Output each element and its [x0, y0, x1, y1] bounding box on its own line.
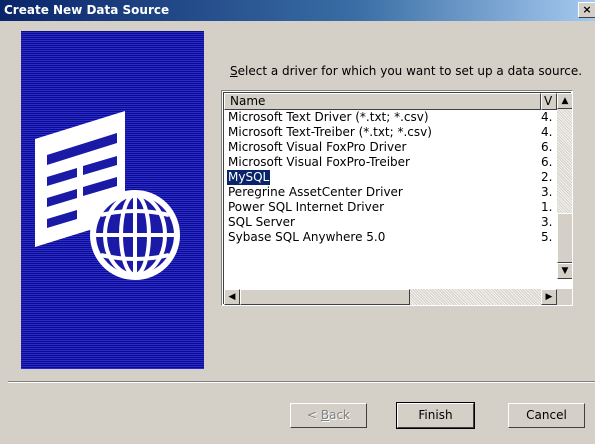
back-button[interactable]: < Back	[290, 403, 367, 428]
data-source-globe-icon	[35, 111, 180, 280]
title-bar[interactable]: Create New Data Source ×	[0, 0, 595, 21]
arrow-up-icon[interactable]: ▲	[557, 93, 572, 109]
list-item[interactable]: Microsoft Visual FoxPro-Treiber 6.	[224, 155, 557, 170]
driver-name: Microsoft Visual FoxPro-Treiber	[228, 155, 410, 169]
list-item[interactable]: Microsoft Text Driver (*.txt; *.csv) 4.	[224, 110, 557, 125]
list-item[interactable]: Sybase SQL Anywhere 5.0 5.	[224, 230, 557, 245]
back-accelerator: B	[320, 408, 330, 422]
horizontal-scroll-thumb[interactable]	[240, 289, 410, 305]
column-header-name[interactable]: Name	[224, 93, 541, 110]
driver-name: Sybase SQL Anywhere 5.0	[228, 230, 386, 244]
finish-button[interactable]: Finish	[396, 402, 475, 429]
list-header: Name V	[224, 93, 557, 110]
vertical-scroll-thumb[interactable]	[557, 213, 572, 263]
window-title: Create New Data Source	[4, 3, 170, 17]
driver-name: Power SQL Internet Driver	[228, 200, 385, 214]
driver-rows: Microsoft Text Driver (*.txt; *.csv) 4. Mi…	[224, 110, 557, 245]
driver-version: 3.	[541, 215, 553, 229]
vertical-scrollbar[interactable]: ▲ ▼	[557, 93, 572, 279]
list-item[interactable]: Peregrine AssetCenter Driver 3.	[224, 185, 557, 200]
driver-prompt: Select a driver for which you want to se…	[230, 64, 582, 78]
divider	[8, 381, 595, 383]
prompt-accelerator: S	[230, 64, 238, 78]
arrow-down-icon[interactable]: ▼	[557, 263, 572, 279]
driver-version: 6.	[541, 155, 553, 169]
close-icon[interactable]: ×	[578, 2, 595, 18]
driver-name: MySQL	[225, 169, 272, 186]
cancel-button[interactable]: Cancel	[508, 403, 585, 428]
horizontal-scrollbar[interactable]: ◀ ▶	[224, 289, 557, 305]
driver-version: 6.	[541, 140, 553, 154]
driver-version: 4.	[541, 125, 553, 139]
driver-version: 2.	[541, 170, 553, 184]
column-header-version[interactable]: V	[541, 93, 557, 110]
back-prefix: <	[306, 408, 321, 422]
prompt-text: elect a driver for which you want to set…	[237, 64, 583, 78]
arrow-right-icon[interactable]: ▶	[541, 289, 557, 305]
driver-name: Microsoft Visual FoxPro Driver	[228, 140, 407, 154]
driver-name: Microsoft Text Driver (*.txt; *.csv)	[228, 110, 429, 124]
driver-name: Peregrine AssetCenter Driver	[228, 185, 403, 199]
scrollbar-corner	[557, 289, 572, 305]
driver-version: 3.	[541, 185, 553, 199]
list-item[interactable]: SQL Server 3.	[224, 215, 557, 230]
arrow-left-icon[interactable]: ◀	[224, 289, 240, 305]
list-item[interactable]: MySQL 2.	[224, 169, 557, 186]
driver-listbox[interactable]: Name V Microsoft Text Driver (*.txt; *.c…	[221, 90, 573, 306]
list-item[interactable]: Power SQL Internet Driver 1.	[224, 200, 557, 215]
driver-name: SQL Server	[228, 215, 295, 229]
list-item[interactable]: Microsoft Visual FoxPro Driver 6.	[224, 140, 557, 155]
driver-name: Microsoft Text-Treiber (*.txt; *.csv)	[228, 125, 432, 139]
driver-version: 4.	[541, 110, 553, 124]
back-rest: ack	[329, 408, 350, 422]
list-item[interactable]: Microsoft Text-Treiber (*.txt; *.csv) 4.	[224, 125, 557, 140]
wizard-banner	[21, 31, 204, 369]
driver-version: 5.	[541, 230, 553, 244]
driver-version: 1.	[541, 200, 553, 214]
